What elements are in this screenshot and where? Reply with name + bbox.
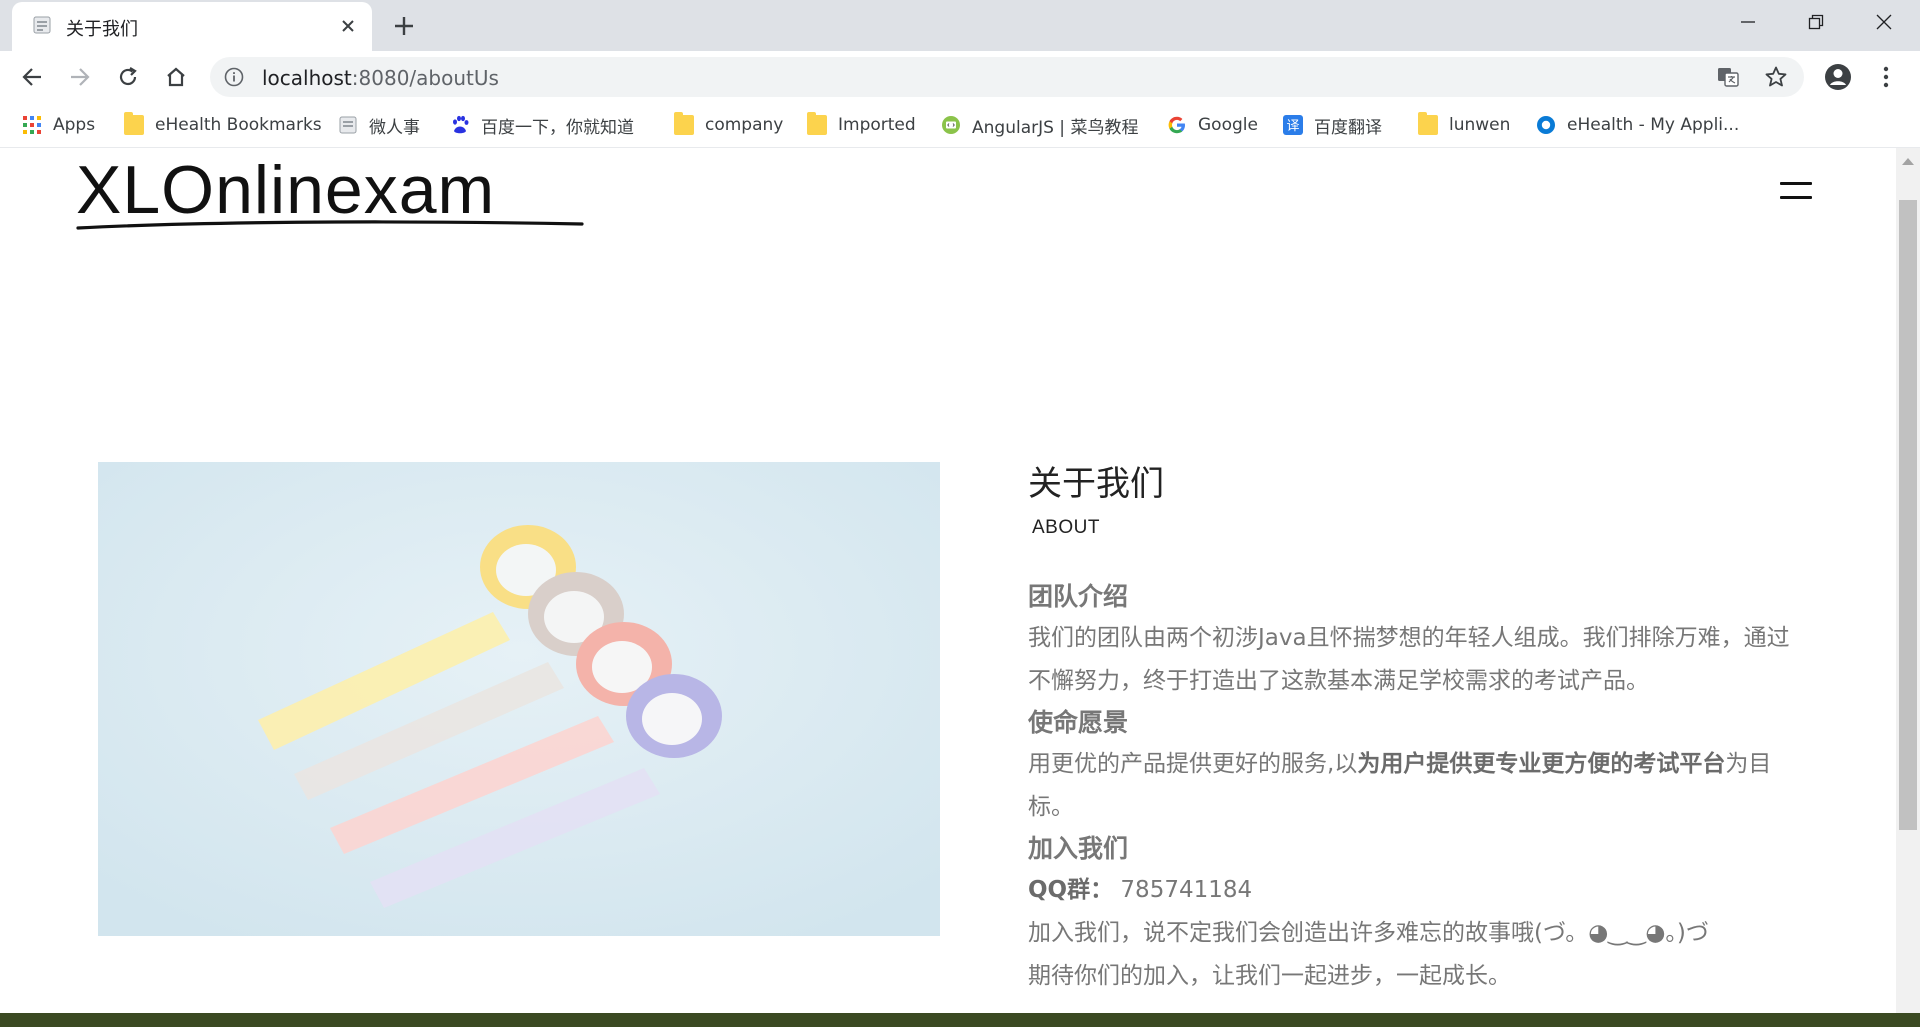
bookmark-label: AngularJS | 菜鸟教程	[972, 117, 1139, 138]
bookmark-baidu-translate[interactable]: 译 百度翻译	[1283, 113, 1382, 138]
page-icon	[339, 116, 357, 134]
join-heading: 加入我们	[1028, 833, 1129, 863]
folder-icon	[807, 112, 827, 135]
google-icon	[1168, 116, 1185, 134]
bookmark-label: Apps	[53, 115, 96, 135]
mission-text: 用更优的产品提供更好的服务,以为用户提供更专业更方便的考试平台为目标。	[1028, 743, 1808, 829]
bookmark-baidu[interactable]: 百度一下，你就知道	[450, 113, 634, 138]
url-host: localhost	[262, 66, 352, 90]
mission-text-start: 用更优的产品提供更好的服务,以	[1028, 750, 1358, 777]
url-path: :8080/aboutUs	[351, 66, 499, 90]
url-text[interactable]: localhost:8080/aboutUs	[262, 66, 499, 90]
bookmark-label: 百度一下，你就知道	[481, 117, 634, 138]
scroll-up-arrow-icon[interactable]	[1902, 158, 1914, 165]
washi-tape-illustration	[98, 462, 940, 936]
qq-label: QQ群：	[1028, 876, 1114, 903]
about-section: 关于我们 ABOUT 团队介绍 我们的团队由两个初涉Java且怀揣梦想的年轻人组…	[1028, 464, 1808, 998]
bookmark-google[interactable]: Google	[1167, 113, 1258, 137]
browser-toolbar: localhost:8080/aboutUs	[0, 51, 1920, 103]
about-title: 关于我们	[1028, 464, 1164, 504]
tab-strip: 关于我们	[0, 0, 1920, 51]
qq-number: 785741184	[1120, 876, 1253, 903]
bookmark-label: Google	[1198, 115, 1258, 135]
bookmark-apps[interactable]: Apps	[22, 113, 95, 137]
bookmark-label: lunwen	[1449, 115, 1511, 135]
bookmark-label: 百度翻译	[1314, 117, 1382, 138]
bookmark-label: eHealth - My Appli...	[1567, 115, 1740, 135]
svg-text:译: 译	[1286, 119, 1299, 134]
forward-arrow-icon[interactable]	[64, 61, 96, 93]
address-bar[interactable]: localhost:8080/aboutUs	[210, 57, 1804, 97]
bookmark-weirenshi[interactable]: 微人事	[338, 113, 420, 138]
hamburger-menu-icon[interactable]	[1780, 180, 1814, 204]
washi-tape-rolls-image	[98, 462, 940, 936]
bookmark-label: company	[705, 115, 784, 135]
apps-grid-icon	[23, 116, 41, 134]
reload-icon[interactable]	[112, 61, 144, 93]
browser-menu-dots-icon[interactable]	[1870, 61, 1902, 93]
home-icon[interactable]	[160, 61, 192, 93]
bookmark-star-icon[interactable]	[1764, 65, 1788, 89]
about-subtitle: ABOUT	[1032, 516, 1100, 538]
bookmarks-bar: Apps eHealth Bookmarks 微人事 百度一下，你就知道 com…	[0, 103, 1920, 148]
join-line-1: 加入我们，说不定我们会创造出许多难忘的故事哦(づ。◕‿‿◕。)づ	[1028, 919, 1709, 946]
bookmark-label: eHealth Bookmarks	[155, 115, 322, 135]
page-viewport: XLOnlinexam 关于我们 ABOUT 团队介绍 我们的团队由两个初涉Ja…	[0, 148, 1920, 1013]
scroll-thumb[interactable]	[1899, 200, 1917, 830]
window-minimize-icon[interactable]	[1714, 0, 1782, 44]
bookmark-lunwen[interactable]: lunwen	[1418, 112, 1511, 137]
new-tab-plus-icon[interactable]	[390, 12, 418, 40]
mission-text-emphasis: 为用户提供更专业更方便的考试平台	[1357, 750, 1726, 777]
folder-icon	[1418, 112, 1438, 135]
bookmark-ehealth-my-apps[interactable]: eHealth - My Appli...	[1536, 113, 1739, 137]
bookmark-ehealth-bookmarks[interactable]: eHealth Bookmarks	[124, 112, 322, 137]
bookmark-label: 微人事	[369, 117, 420, 138]
runoob-icon	[942, 116, 960, 134]
baidu-translate-icon: 译	[1283, 115, 1303, 135]
folder-icon	[674, 112, 694, 135]
tab-title: 关于我们	[66, 19, 138, 40]
mission-heading: 使命愿景	[1028, 707, 1129, 737]
baidu-paw-icon	[453, 115, 469, 134]
bookmark-angularjs-runoob[interactable]: AngularJS | 菜鸟教程	[941, 113, 1139, 138]
window-close-icon[interactable]	[1850, 0, 1918, 44]
bookmark-imported[interactable]: Imported	[807, 112, 916, 137]
team-heading: 团队介绍	[1028, 581, 1129, 611]
taskbar-edge	[0, 1013, 1920, 1027]
logo-underline-stroke	[76, 220, 584, 230]
page-favicon-icon	[33, 16, 51, 34]
ehealth-icon	[1537, 116, 1555, 134]
bookmark-label: Imported	[838, 115, 916, 135]
window-restore-icon[interactable]	[1782, 0, 1850, 44]
qq-group-line: QQ群： 785741184	[1028, 869, 1808, 912]
browser-tab-active[interactable]: 关于我们	[12, 2, 372, 51]
back-arrow-icon[interactable]	[16, 61, 48, 93]
page-scrollbar[interactable]	[1896, 148, 1920, 1013]
folder-icon	[124, 112, 144, 135]
join-line-2: 期待你们的加入，让我们一起进步，一起成长。	[1028, 962, 1511, 989]
team-text: 我们的团队由两个初涉Java且怀揣梦想的年轻人组成。我们排除万难，通过不懈努力，…	[1028, 624, 1790, 694]
bookmark-company[interactable]: company	[674, 112, 784, 137]
tab-close-icon[interactable]	[336, 14, 360, 38]
site-info-icon[interactable]	[224, 67, 244, 87]
translate-icon[interactable]	[1716, 65, 1740, 89]
profile-avatar-icon[interactable]	[1822, 61, 1854, 93]
site-logo[interactable]: XLOnlinexam	[76, 156, 586, 231]
